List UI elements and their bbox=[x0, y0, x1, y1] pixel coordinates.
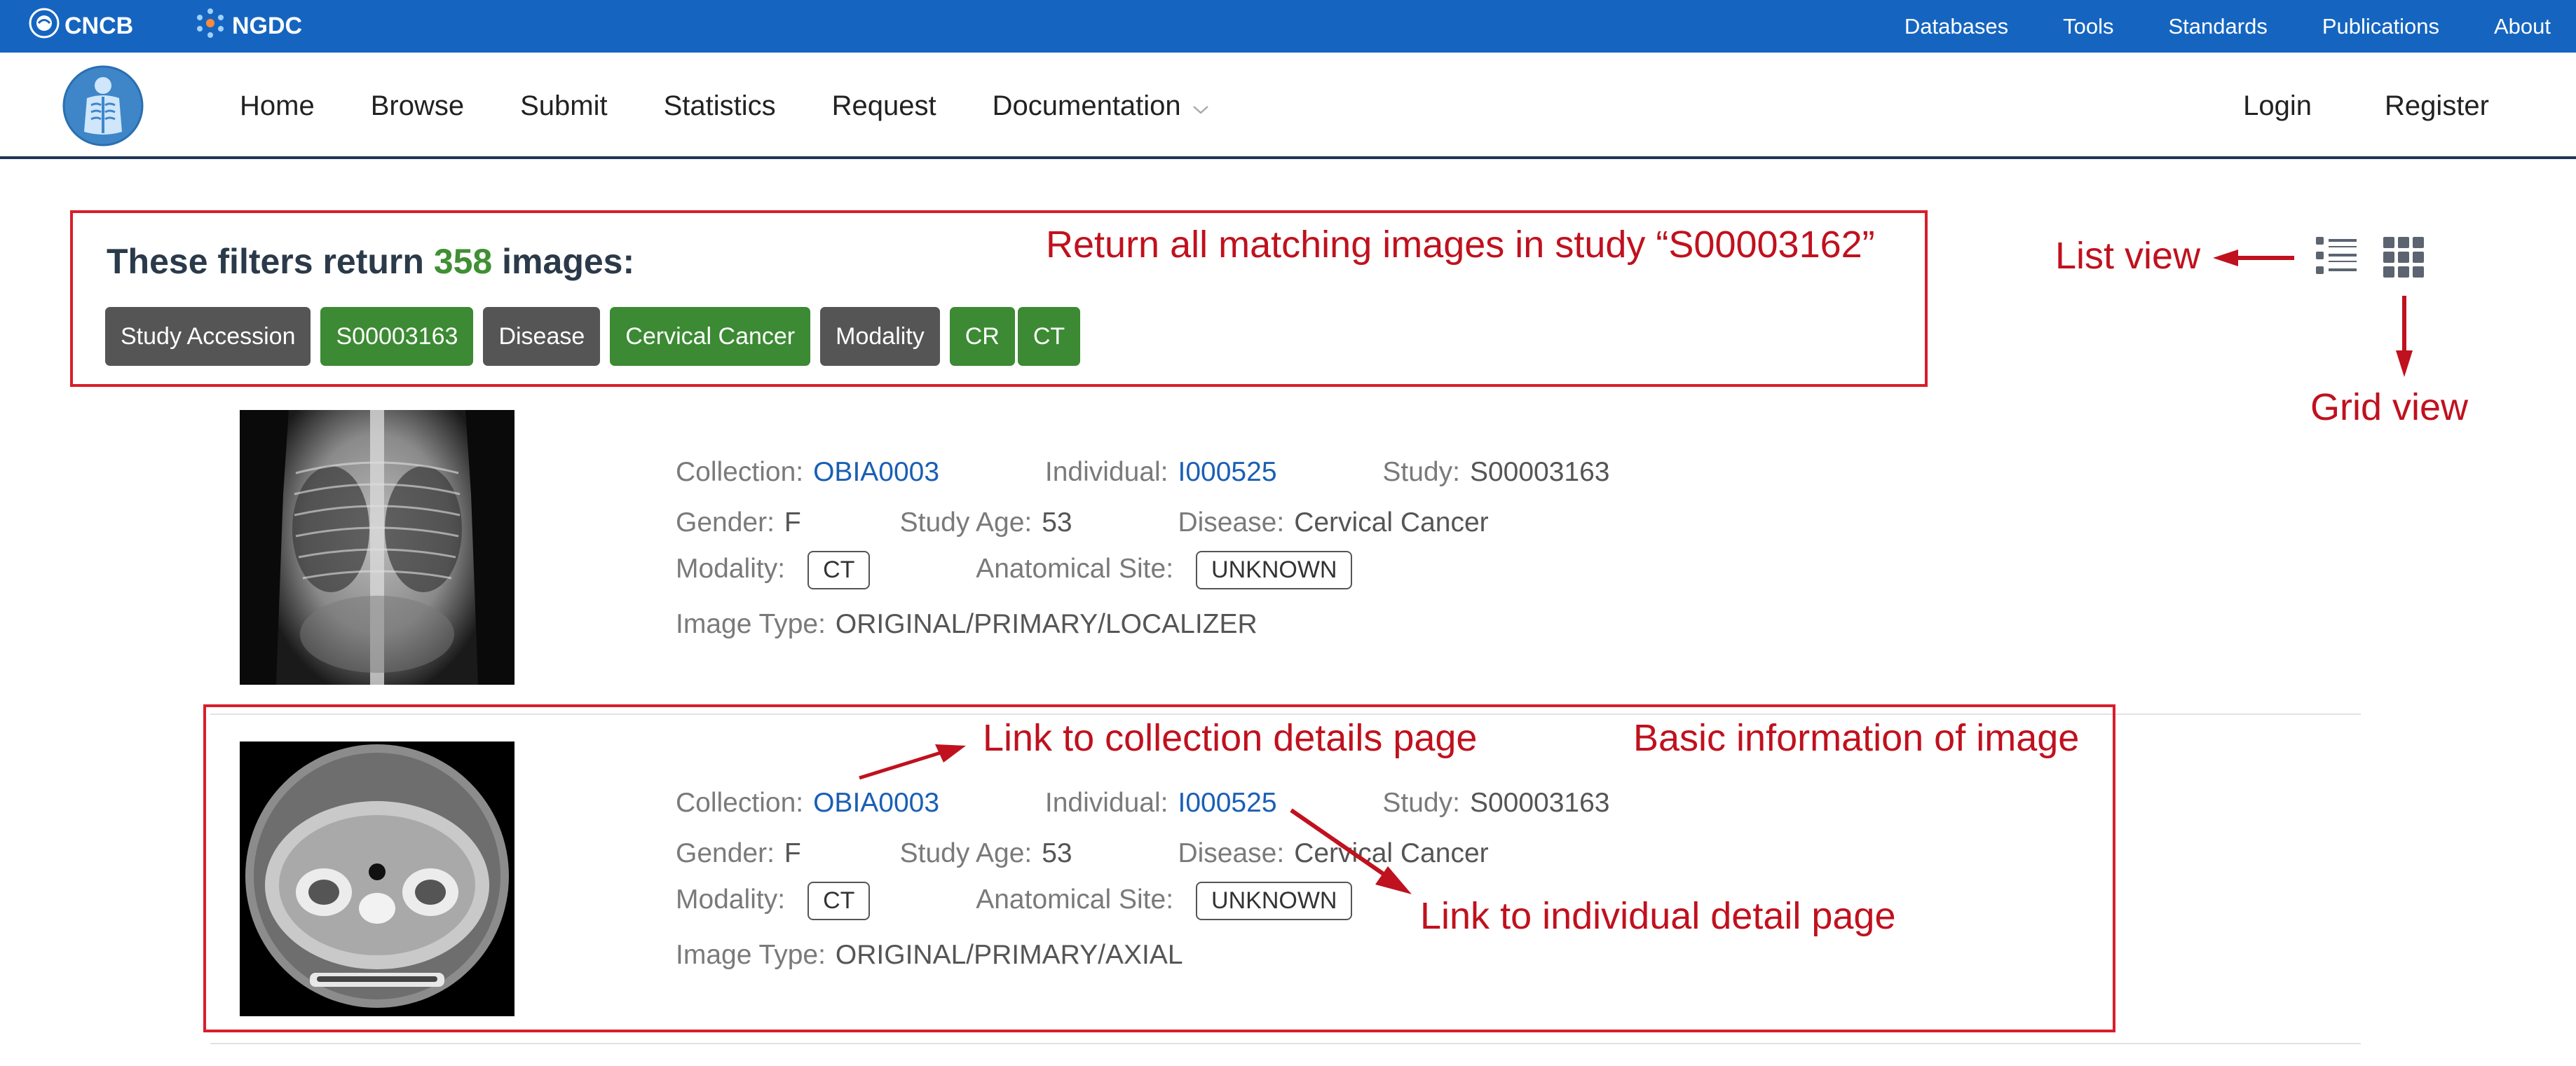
individual-link[interactable]: I000525 bbox=[1178, 457, 1277, 487]
filter-tag-disease-value[interactable]: Cervical Cancer bbox=[610, 307, 811, 366]
anatomical-site-badge: UNKNOWN bbox=[1196, 551, 1353, 589]
collection-link[interactable]: OBIA0003 bbox=[813, 788, 939, 818]
filter-summary-title: These filters return 358 images: bbox=[107, 241, 634, 282]
filter-title-suffix: images: bbox=[502, 242, 635, 281]
top-links: Databases Tools Standards Publications A… bbox=[1850, 0, 2551, 53]
filter-tag-study-accession[interactable]: Study Accession bbox=[105, 307, 311, 366]
top-bar: CNCB NGDC Databases Tools Standards Publ… bbox=[0, 0, 2576, 53]
nav-statistics[interactable]: Statistics bbox=[664, 90, 776, 122]
nav-items: Home Browse Submit Statistics Request Do… bbox=[240, 53, 1265, 159]
register-link[interactable]: Register bbox=[2385, 90, 2489, 122]
image-2-line-1: Collection: OBIA0003 Individual: I000525 S… bbox=[676, 788, 1609, 819]
cncb-globe-icon bbox=[28, 7, 60, 46]
filter-title-prefix: These filters return bbox=[107, 242, 424, 281]
filter-tags: Study Accession S00003163 Disease Cervic… bbox=[105, 307, 1090, 366]
main-nav: Home Browse Submit Statistics Request Do… bbox=[0, 53, 2576, 159]
chevron-down-icon bbox=[1192, 90, 1209, 122]
modality-label: Modality: bbox=[676, 884, 786, 915]
toplink-tools[interactable]: Tools bbox=[2063, 14, 2113, 39]
disease-label: Disease: bbox=[1178, 838, 1285, 868]
toplink-standards[interactable]: Standards bbox=[2169, 14, 2268, 39]
modality-badge: CT bbox=[807, 551, 871, 589]
nav-documentation[interactable]: Documentation bbox=[993, 90, 1209, 122]
nav-documentation-label: Documentation bbox=[992, 90, 1181, 121]
anatomical-site-label: Anatomical Site: bbox=[976, 554, 1174, 584]
annotation-individual-link: Link to individual detail page bbox=[1420, 895, 1896, 937]
annotation-basic-info: Basic information of image bbox=[1633, 717, 2080, 759]
nav-browse[interactable]: Browse bbox=[371, 90, 464, 122]
filter-tag-modality-ct[interactable]: CT bbox=[1017, 307, 1081, 366]
annotation-collection-link: Link to collection details page bbox=[983, 717, 1478, 759]
filter-tag-modality-cr[interactable]: CR bbox=[949, 307, 1015, 366]
annotation-arrow-list bbox=[2213, 250, 2294, 266]
image-thumbnail-localizer[interactable] bbox=[240, 410, 514, 685]
image-type-label: Image Type: bbox=[676, 609, 826, 639]
image-1-line-1: Collection: OBIA0003 Individual: I000525 S… bbox=[676, 457, 1609, 488]
nav-request[interactable]: Request bbox=[832, 90, 936, 122]
disease-value: Cervical Cancer bbox=[1294, 507, 1489, 538]
image-1-line-4: Image Type: ORIGINAL/PRIMARY/LOCALIZER bbox=[676, 609, 1258, 640]
annotation-list-view: List view bbox=[2055, 235, 2201, 277]
annotation-arrow-collection bbox=[859, 744, 966, 780]
ngdc-brand[interactable]: NGDC bbox=[193, 0, 302, 53]
toplink-publications[interactable]: Publications bbox=[2322, 14, 2439, 39]
filter-tag-disease[interactable]: Disease bbox=[483, 307, 601, 366]
nav-submit[interactable]: Submit bbox=[520, 90, 608, 122]
study-age-label: Study Age: bbox=[899, 507, 1033, 538]
individual-label: Individual: bbox=[1044, 457, 1168, 487]
study-value: S00003163 bbox=[1469, 457, 1610, 487]
collection-link[interactable]: OBIA0003 bbox=[813, 457, 939, 487]
toplink-about[interactable]: About bbox=[2494, 14, 2551, 39]
image-1-line-2: Gender: F Study Age: 53 Disease: Cervical C… bbox=[676, 507, 1489, 538]
disease-label: Disease: bbox=[1178, 507, 1285, 538]
study-age-value: 53 bbox=[1042, 507, 1072, 538]
annotation-grid-view: Grid view bbox=[2310, 386, 2469, 428]
result-count: 358 bbox=[433, 242, 493, 281]
individual-link[interactable]: I000525 bbox=[1178, 788, 1277, 818]
study-value: S00003163 bbox=[1469, 788, 1610, 818]
ngdc-label: NGDC bbox=[232, 13, 303, 39]
study-age-value: 53 bbox=[1042, 838, 1072, 868]
gender-value: F bbox=[784, 838, 801, 868]
filter-tag-study-value[interactable]: S00003163 bbox=[320, 307, 474, 366]
modality-label: Modality: bbox=[676, 554, 786, 584]
image-type-label: Image Type: bbox=[676, 940, 826, 970]
image-type-value: ORIGINAL/PRIMARY/LOCALIZER bbox=[835, 609, 1258, 639]
cncb-label: CNCB bbox=[64, 13, 134, 39]
image-thumbnail-axial[interactable] bbox=[240, 742, 514, 1016]
modality-badge: CT bbox=[807, 882, 871, 920]
chest-xray-logo-icon[interactable] bbox=[62, 64, 144, 151]
filter-tag-modality[interactable]: Modality bbox=[820, 307, 940, 366]
annotation-study-note: Return all matching images in study “S00… bbox=[1046, 224, 1875, 266]
collection-label: Collection: bbox=[676, 788, 804, 818]
toplink-databases[interactable]: Databases bbox=[1904, 14, 2008, 39]
collection-label: Collection: bbox=[676, 457, 804, 487]
image-2-line-4: Image Type: ORIGINAL/PRIMARY/AXIAL bbox=[676, 940, 1183, 971]
image-1-line-3: Modality: CT Anatomical Site: UNKNOWN bbox=[676, 551, 1353, 589]
login-link[interactable]: Login bbox=[2243, 90, 2312, 122]
gender-label: Gender: bbox=[676, 838, 775, 868]
nav-home[interactable]: Home bbox=[240, 90, 315, 122]
grid-view-icon[interactable] bbox=[2382, 235, 2425, 282]
list-view-icon[interactable] bbox=[2315, 234, 2358, 281]
nav-account: Login Register bbox=[2170, 53, 2489, 159]
row-divider bbox=[210, 1043, 2361, 1044]
gender-value: F bbox=[784, 507, 801, 538]
anatomical-site-label: Anatomical Site: bbox=[976, 884, 1174, 915]
study-age-label: Study Age: bbox=[899, 838, 1033, 868]
annotation-arrow-individual bbox=[1290, 808, 1412, 894]
annotation-arrow-grid bbox=[2396, 296, 2413, 377]
individual-label: Individual: bbox=[1044, 788, 1168, 818]
gender-label: Gender: bbox=[676, 507, 775, 538]
image-2-line-3: Modality: CT Anatomical Site: UNKNOWN bbox=[676, 882, 1353, 920]
ngdc-network-icon bbox=[193, 6, 228, 47]
study-label: Study: bbox=[1382, 457, 1460, 487]
image-type-value: ORIGINAL/PRIMARY/AXIAL bbox=[835, 940, 1183, 970]
cncb-brand[interactable]: CNCB bbox=[28, 0, 133, 53]
